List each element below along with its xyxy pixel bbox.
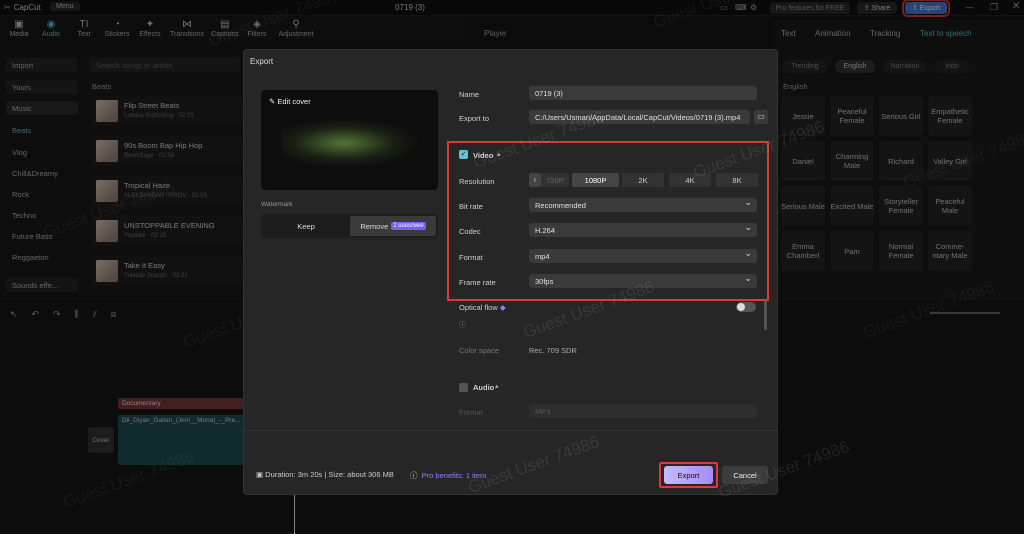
video-checkbox[interactable]: ✓ [459,150,468,159]
info-icon[interactable]: ⓘ [459,320,466,330]
remove-watermark-button[interactable]: Remove 2 uses/wee [350,216,436,236]
framerate-label: Frame rate [459,278,496,287]
dialog-title: Export [250,57,274,66]
uses-badge: 2 uses/wee [391,222,426,230]
resolution-2k[interactable]: 2K [622,173,664,187]
pro-diamond-icon: ◆ [499,303,506,312]
audio-checkbox[interactable] [459,383,468,392]
keep-watermark-button[interactable]: Keep [263,216,349,236]
dialog-export-button[interactable]: Export [664,466,713,484]
collapse-icon[interactable]: ▴ [497,150,501,158]
resolution-prev-icon[interactable]: ‹ [529,173,541,187]
bitrate-select[interactable]: Recommended [529,198,757,212]
export-info: ▣ Duration: 3m 20s | Size: about 306 MB [256,470,394,479]
dialog-cancel-button[interactable]: Cancel [722,466,768,484]
video-section-title: Video [473,151,494,160]
scrollbar[interactable] [764,300,767,330]
resolution-8k[interactable]: 8K [716,173,758,187]
format-label: Format [459,253,483,262]
footer-divider [244,430,777,431]
export-to-label: Export to [459,114,490,123]
audio-section-title: Audio [473,383,495,392]
codec-label: Codec [459,227,481,236]
folder-icon[interactable]: ▭ [754,110,768,124]
watermark-toggle: Keep Remove 2 uses/wee [261,214,438,238]
format-select[interactable]: mp4 [529,249,757,263]
export-dialog: Export ✎ Edit cover Watermark Keep Remov… [243,49,778,495]
edit-cover-button[interactable]: ✎ Edit cover [269,97,311,106]
color-space-label: Color space [459,346,500,355]
framerate-select[interactable]: 30fps [529,274,757,288]
codec-select[interactable]: H.264 [529,223,757,237]
collapse-icon[interactable]: ▴ [495,382,499,390]
resolution-1080p[interactable]: 1080P [572,173,619,187]
color-space-value: Rec. 709 SDR [529,346,577,355]
optical-flow-toggle[interactable] [736,302,756,312]
resolution-4k[interactable]: 4K [669,173,711,187]
cover-image [281,118,421,168]
resolution-label: Resolution [459,177,495,186]
name-label: Name [459,90,480,99]
name-input[interactable]: 0719 (3) [529,86,757,100]
audio-format-label: Format [459,408,483,417]
audio-format-select[interactable]: MP3 [529,404,757,418]
bitrate-label: Bit rate [459,202,483,211]
optical-flow-label: Optical flow ◆ [459,303,506,312]
pro-benefits-link[interactable]: ⓘ Pro benefits: 1 item [410,470,486,481]
info-icon: ⓘ [410,471,422,480]
cover-preview[interactable]: ✎ Edit cover [261,90,438,190]
film-icon: ▣ [256,470,266,479]
resolution-720p[interactable]: 720P [541,173,569,187]
export-path-input[interactable]: C:/Users/Usman/AppData/Local/CapCut/Vide… [529,110,750,124]
watermark-label: Watermark [261,201,293,208]
